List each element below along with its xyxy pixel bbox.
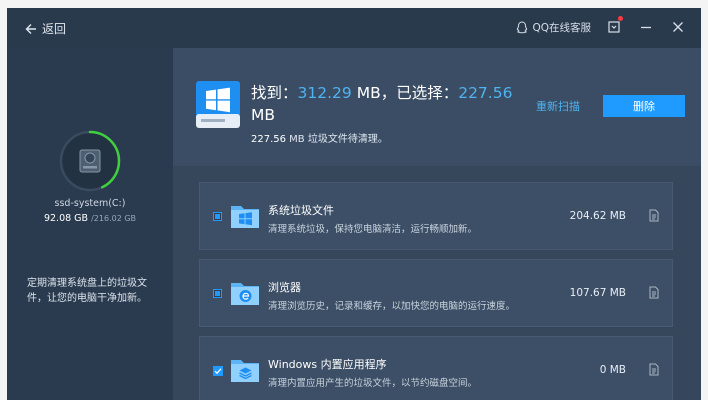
selected-unit: MB	[251, 106, 276, 124]
pending-size: 227.56	[251, 134, 286, 145]
item-name: 系统垃圾文件	[268, 204, 334, 217]
found-unit: MB，已选择：	[351, 84, 459, 102]
feedback-button[interactable]	[605, 16, 623, 36]
item-size: 204.62 MB	[569, 210, 626, 222]
apps-folder-icon	[231, 360, 259, 382]
item-description: 清理系统垃圾，保持您电脑清洁，运行畅顺加新。	[268, 224, 478, 235]
hard-drive-icon	[79, 149, 101, 173]
checkmark-icon	[214, 368, 222, 375]
notification-dot	[618, 16, 623, 21]
drive-name: ssd-system(C:)	[54, 198, 126, 209]
item-size: 0 MB	[599, 364, 626, 376]
item-description: 清理浏览历史，记录和缓存，以加快您的电脑的运行速度。	[268, 301, 516, 312]
close-icon	[673, 22, 683, 32]
left-panel: ssd-system(C:) 92.08 GB /216.02 GB 定期清理系…	[7, 48, 173, 400]
rescan-link[interactable]: 重新扫描	[536, 98, 580, 114]
qq-icon	[517, 20, 528, 33]
item-name: Windows 内置应用程序	[268, 358, 387, 371]
list-item[interactable]: 浏览器 清理浏览历史，记录和缓存，以加快您的电脑的运行速度。 107.67 MB	[199, 259, 673, 327]
titlebar: 返回 QQ在线客服	[7, 8, 701, 48]
drive-usage: 92.08 GB /216.02 GB	[7, 213, 173, 224]
pending-suffix: MB 垃圾文件待清理。	[286, 134, 388, 145]
drive-used: 92.08 GB	[43, 213, 89, 224]
item-checkbox-checked[interactable]	[213, 366, 223, 376]
qq-support-link[interactable]: QQ在线客服	[516, 20, 591, 35]
item-checkbox[interactable]	[213, 212, 222, 221]
list-item[interactable]: Windows 内置应用程序 清理内置应用产生的垃圾文件，以节约磁盘空间。 0 …	[199, 336, 673, 400]
app-window: 返回 QQ在线客服 ssd-system(C:) 92.08 GB /216.0…	[7, 8, 701, 400]
back-label: 返回	[42, 22, 67, 36]
delete-button[interactable]: 删除	[603, 95, 685, 117]
found-label: 找到：	[251, 84, 298, 102]
item-checkbox[interactable]	[213, 289, 222, 298]
selected-value: 227.56	[458, 84, 513, 102]
item-size: 107.67 MB	[569, 287, 626, 299]
disk-usage-ring	[59, 130, 121, 192]
feedback-icon	[608, 21, 620, 33]
close-button[interactable]	[669, 18, 687, 36]
drive-total: /216.02 GB	[91, 214, 137, 223]
found-summary: 找到：312.29 MB，已选择：227.56 MB	[251, 82, 521, 126]
back-arrow-icon	[25, 23, 36, 34]
browser-folder-icon	[231, 283, 259, 305]
minimize-button[interactable]	[637, 18, 655, 36]
pending-cleanup-text: 227.56 MB 垃圾文件待清理。	[251, 130, 388, 145]
details-document-icon[interactable]	[649, 209, 659, 222]
item-description: 清理内置应用产生的垃圾文件，以节约磁盘空间。	[268, 378, 478, 389]
windows-drive-icon	[196, 81, 240, 128]
list-item[interactable]: 系统垃圾文件 清理系统垃圾，保持您电脑清洁，运行畅顺加新。 204.62 MB	[199, 182, 673, 250]
details-document-icon[interactable]	[649, 286, 659, 299]
cleanup-hint: 定期清理系统盘上的垃圾文件，让您的电脑干净加新。	[27, 278, 147, 304]
windows-folder-icon	[231, 206, 259, 228]
qq-support-label: QQ在线客服	[532, 21, 591, 34]
minimize-icon	[641, 26, 651, 29]
found-value: 312.29	[297, 84, 352, 102]
back-button[interactable]: 返回	[25, 20, 66, 37]
item-name: 浏览器	[268, 281, 301, 294]
disk-ring-graphic	[59, 130, 121, 192]
scan-summary: 找到：312.29 MB，已选择：227.56 MB 227.56 MB 垃圾文…	[173, 48, 701, 166]
details-document-icon[interactable]	[649, 363, 659, 376]
main-panel: 找到：312.29 MB，已选择：227.56 MB 227.56 MB 垃圾文…	[173, 48, 701, 400]
